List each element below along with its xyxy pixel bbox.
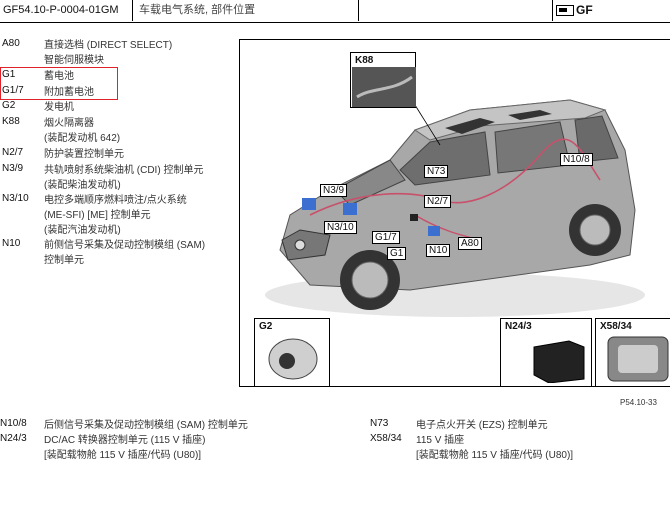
logo-text: GF [576,3,593,17]
legend-code: A80 [2,38,20,49]
module-n3-9 [302,198,316,210]
legend-desc-line: (装配柴油发动机) [44,180,121,191]
callout-a80: A80 [458,237,482,250]
legend-code: N73 [370,418,389,429]
legend-code: N3/9 [2,163,24,174]
socket-image [607,336,669,382]
legend-desc-line: [装配载物舱 115 V 插座/代码 (U80)] [44,450,202,461]
module-n3-10 [343,203,357,215]
inset-title: K88 [355,55,374,66]
legend-desc-line: 电控多端顺序燃料喷注/点火系统 [44,195,187,206]
emblem [294,239,306,251]
legend-desc-line: 前侧信号采集及促动控制模组 (SAM) [44,240,206,251]
front-rim [351,261,389,299]
legend-desc-line: 共轨喷射系统柴油机 (CDI) 控制单元 [44,165,204,176]
document-header: GF54.10-P-0004-01GM 车载电气系统, 部件位置 GF [0,0,670,23]
legend-desc-line: 智能伺服模块 [44,55,104,66]
legend-desc-line: 控制单元 [44,255,84,266]
inset-title: N24/3 [505,321,532,332]
callout-n10: N10 [426,244,451,257]
callout-n10-8: N10/8 [560,153,593,166]
callout-n3-10: N3/10 [324,221,357,234]
callout-n73: N73 [424,165,449,178]
legend-desc-line: 后侧信号采集及促动控制模组 (SAM) 控制单元 [44,420,248,431]
k88-part-image [352,67,416,107]
inset-title: G2 [259,321,273,332]
callout-n2-7: N2/7 [424,195,452,208]
battery-highlight-box [0,67,118,100]
vehicle-figure: K88 G2 N24/3 X58/34 N10/8 N73 N3/9 N2/7 … [239,39,670,387]
legend-desc-line: DC/AC 转换器控制单元 (115 V 插座) [44,435,206,446]
legend-desc-line: 发电机 [44,102,74,113]
legend-code: N10/8 [0,418,27,429]
legend-code: N24/3 [0,433,27,444]
alternator-image [268,338,318,380]
callout-g1: G1 [387,247,407,260]
legend-desc-line: [装配载物舱 115 V 插座/代码 (U80)] [416,450,574,461]
legend-desc-line: 烟火隔离器 [44,118,94,129]
legend-desc-line: (ME-SFI) [ME] 控制单元 [44,210,151,221]
document-title: 车载电气系统, 部件位置 [133,0,359,21]
inset-x58-34: X58/34 [595,318,670,386]
module-n10 [428,226,440,236]
legend-desc-line: 防护装置控制单元 [44,149,124,160]
legend-code: G2 [2,100,16,111]
converter-image [533,340,585,383]
inset-n24-3: N24/3 [500,318,592,386]
legend-desc-line: (装配发动机 642) [44,133,121,144]
inset-title: X58/34 [600,321,632,332]
document-id: GF54.10-P-0004-01GM [0,0,133,21]
legend-code: K88 [2,116,20,127]
legend-desc-line: 115 V 插座 [416,435,465,446]
bottom-legend-right: N73 电子点火开关 (EZS) 控制单元 X58/34 115 V 插座 [装… [370,418,670,468]
legend-code: N10 [2,238,21,249]
module-n2-7 [410,214,418,221]
legend-code: N3/10 [2,193,29,204]
callout-n3-9: N3/9 [320,184,348,197]
legend-code: X58/34 [370,433,402,444]
rear-rim [579,214,611,246]
bottom-legend-left: N10/8 后侧信号采集及促动控制模组 (SAM) 控制单元 N24/3 DC/… [0,418,360,468]
header-empty-cell [359,0,553,21]
flag-icon [556,5,574,17]
legend-code: N2/7 [2,147,24,158]
header-logo: GF [552,0,670,21]
legend-desc-line: 电子点火开关 (EZS) 控制单元 [416,420,548,431]
legend-desc-line: 直接选档 (DIRECT SELECT) [44,40,173,51]
inset-k88: K88 [350,52,416,108]
inset-g2: G2 [254,318,330,386]
legend-desc-line: (装配汽油发动机) [44,225,121,236]
callout-g1-7: G1/7 [372,231,400,244]
figure-reference: P54.10-33 [620,398,657,407]
